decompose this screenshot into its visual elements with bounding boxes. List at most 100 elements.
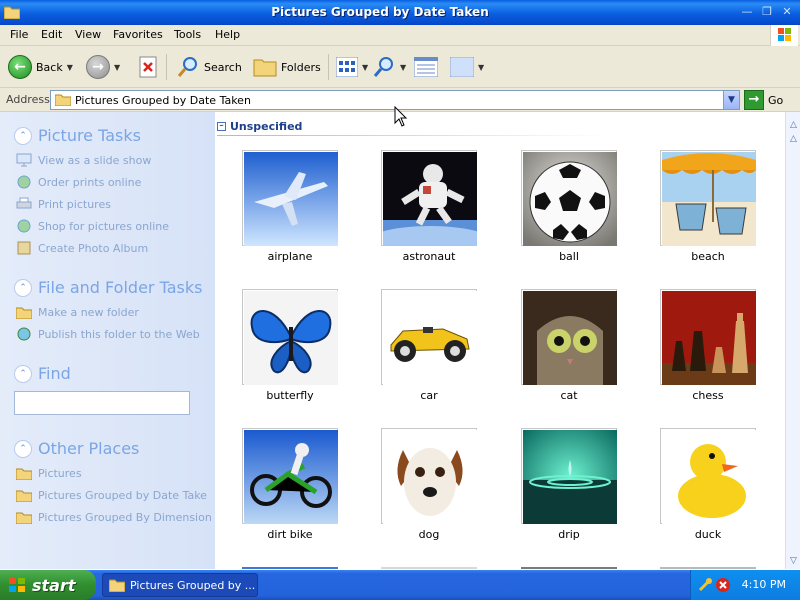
find-header[interactable]: ⌃ Find <box>14 364 190 383</box>
chess-image <box>662 291 756 385</box>
thumbnail-partial <box>381 567 477 569</box>
task-view-slideshow[interactable]: View as a slide show <box>14 153 169 167</box>
vertical-scrollbar[interactable]: △ △ ▽ <box>785 112 800 569</box>
place-grouped-date[interactable]: Pictures Grouped by Date Take <box>14 488 212 502</box>
collapse-minus-icon[interactable]: – <box>217 122 226 131</box>
thumbnail-car[interactable] <box>381 289 477 385</box>
tools-icon[interactable] <box>697 577 713 593</box>
search-button[interactable]: Search <box>176 54 242 80</box>
thumbnail-airplane[interactable] <box>242 150 338 246</box>
scroll-down-icon[interactable]: ▽ <box>786 554 800 568</box>
thumbnail-partial <box>521 567 617 569</box>
up-folder-button[interactable] <box>138 54 160 80</box>
menu-help[interactable]: Help <box>215 28 240 41</box>
scroll-up-icon[interactable]: △ <box>786 118 800 132</box>
globe-icon <box>17 175 31 189</box>
dirt-bike-image <box>244 430 338 524</box>
scroll-up-icon[interactable]: △ <box>786 132 800 146</box>
thumbnail-astronaut[interactable] <box>381 150 477 246</box>
go-button[interactable]: → Go <box>744 90 783 110</box>
folders-icon <box>253 59 277 77</box>
taskbar-window-button[interactable]: Pictures Grouped by ... <box>102 573 258 597</box>
task-create-album[interactable]: Create Photo Album <box>14 241 169 255</box>
windows-logo-icon <box>770 25 798 46</box>
new-folder-icon <box>16 307 32 319</box>
task-pane: ⌃ Picture Tasks View as a slide show Ord… <box>0 112 215 569</box>
cat-image <box>523 291 617 385</box>
file-folder-tasks-header[interactable]: ⌃ File and Folder Tasks <box>14 278 202 297</box>
butterfly-image <box>244 291 338 385</box>
chevron-up-icon[interactable]: ⌃ <box>14 439 32 458</box>
group-header[interactable]: – Unspecified <box>217 120 302 133</box>
task-publish-web[interactable]: Publish this folder to the Web <box>14 327 202 341</box>
car-image <box>383 291 477 385</box>
chevron-down-icon[interactable]: ▼ <box>723 91 739 109</box>
chevron-down-icon[interactable]: ▼ <box>400 63 406 72</box>
menu-file[interactable]: File <box>10 28 28 41</box>
taskbar: start Pictures Grouped by ... 4:10 PM <box>0 570 800 600</box>
thumbnail-beach[interactable] <box>660 150 756 246</box>
zoom-button[interactable]: ▼ <box>372 54 406 80</box>
back-label: Back <box>36 60 63 74</box>
task-label: Order prints online <box>38 175 142 189</box>
chevron-down-icon[interactable]: ▼ <box>478 63 484 72</box>
find-input[interactable] <box>14 391 190 415</box>
chevron-up-icon[interactable]: ⌃ <box>14 126 32 145</box>
thumbnail-view-button[interactable]: ▼ <box>450 54 484 80</box>
place-label: Pictures Grouped by Date Take <box>38 488 207 502</box>
place-pictures[interactable]: Pictures <box>14 466 212 480</box>
chevron-up-icon[interactable]: ⌃ <box>14 364 32 383</box>
thumbnail-label: dog <box>418 528 440 541</box>
toolbar-separator <box>328 54 329 80</box>
system-tray: 4:10 PM <box>690 570 800 600</box>
thumbnail-duck[interactable] <box>660 428 756 524</box>
task-print-pictures[interactable]: Print pictures <box>14 197 169 211</box>
chevron-down-icon[interactable]: ▼ <box>114 63 120 72</box>
task-new-folder[interactable]: Make a new folder <box>14 305 202 319</box>
thumbnail-butterfly[interactable] <box>242 289 338 385</box>
thumbnail-label: dirt bike <box>267 528 313 541</box>
menu-edit[interactable]: Edit <box>41 28 62 41</box>
thumbnail-cat[interactable] <box>521 289 617 385</box>
back-button[interactable]: ← Back ▼ <box>8 54 73 80</box>
thumbnail-ball[interactable] <box>521 150 617 246</box>
folder-icon <box>109 579 125 592</box>
place-grouped-dimension[interactable]: Pictures Grouped By Dimension <box>14 510 212 524</box>
search-icon <box>177 57 197 77</box>
task-order-prints[interactable]: Order prints online <box>14 175 169 189</box>
views-button[interactable]: ▼ <box>336 54 368 80</box>
menu-bar: File Edit View Favorites Tools Help <box>0 25 800 46</box>
menu-favorites[interactable]: Favorites <box>113 28 163 41</box>
forward-button[interactable]: → ▼ <box>86 54 120 80</box>
thumbnail-dirt-bike[interactable] <box>242 428 338 524</box>
thumbnail-drip[interactable] <box>521 428 617 524</box>
maximize-button[interactable]: ❐ <box>758 3 776 21</box>
file-view: – Unspecified airplane astronaut ball be… <box>215 112 785 569</box>
title-bar: Pictures Grouped by Date Taken — ❐ ✕ <box>0 0 800 25</box>
task-label: Create Photo Album <box>38 241 149 255</box>
task-shop-online[interactable]: Shop for pictures online <box>14 219 169 233</box>
details-view-button[interactable] <box>414 54 438 80</box>
chevron-up-icon[interactable]: ⌃ <box>14 278 32 297</box>
thumbnail-chess[interactable] <box>660 289 756 385</box>
chevron-down-icon[interactable]: ▼ <box>67 63 73 72</box>
menu-view[interactable]: View <box>75 28 101 41</box>
minimize-button[interactable]: — <box>738 3 756 21</box>
thumbnail-dog[interactable] <box>381 428 477 524</box>
go-arrow-icon: → <box>744 90 764 110</box>
other-places-header[interactable]: ⌃ Other Places <box>14 439 212 458</box>
views-grid-icon <box>336 57 358 77</box>
address-label: Address <box>6 93 50 106</box>
thumbnail-label: cat <box>560 389 578 402</box>
menu-tools[interactable]: Tools <box>174 28 201 41</box>
start-button[interactable]: start <box>0 570 96 600</box>
picture-tasks-header[interactable]: ⌃ Picture Tasks <box>14 126 169 145</box>
close-button[interactable]: ✕ <box>778 3 796 21</box>
clock: 4:10 PM <box>741 578 786 591</box>
folders-label: Folders <box>281 60 321 74</box>
folder-icon <box>16 512 32 524</box>
security-alert-icon[interactable] <box>715 577 731 593</box>
printer-icon <box>16 197 32 209</box>
folders-button[interactable]: Folders <box>253 54 321 80</box>
chevron-down-icon[interactable]: ▼ <box>362 63 368 72</box>
